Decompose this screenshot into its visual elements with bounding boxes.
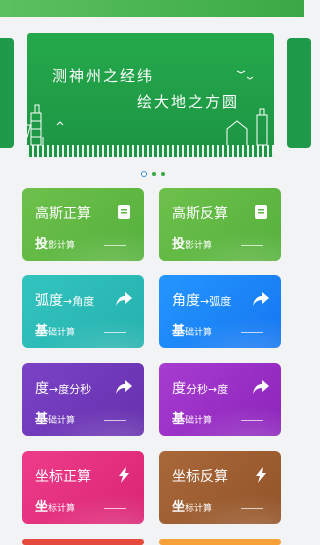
card-title: 坐标正算	[35, 469, 91, 485]
card-degree-to-radian[interactable]: 角度→弧度 基础计算	[159, 275, 281, 348]
card-divider	[104, 508, 126, 509]
card-title: 度→度分秒	[35, 381, 92, 397]
card-divider	[241, 420, 263, 421]
share-arrow-icon	[253, 292, 269, 306]
banner-next-slide[interactable]	[287, 38, 311, 148]
card-divider	[104, 245, 126, 246]
document-icon	[255, 205, 267, 219]
card-subtitle: 坐标计算	[35, 500, 76, 515]
lightning-icon	[119, 467, 129, 483]
top-bar	[0, 0, 304, 17]
card-title: 角度→弧度	[172, 293, 232, 309]
share-arrow-icon	[116, 292, 132, 306]
card-title: 高斯正算	[35, 206, 91, 222]
share-arrow-icon	[253, 380, 269, 394]
share-arrow-icon	[116, 380, 132, 394]
card-divider	[241, 245, 263, 246]
card-divider	[241, 508, 263, 509]
city-illustration	[27, 70, 268, 146]
card-gauss-forward[interactable]: 高斯正算 投影计算	[22, 188, 144, 261]
card-subtitle: 投影计算	[35, 237, 76, 252]
card-divider	[241, 332, 263, 333]
card-gauss-inverse[interactable]: 高斯反算 投影计算	[159, 188, 281, 261]
card-coordinate-forward[interactable]: 坐标正算 坐标计算	[22, 451, 144, 524]
carousel-dot[interactable]	[152, 172, 156, 176]
banner-prev-slide[interactable]	[0, 38, 14, 148]
card-subtitle: 基础计算	[172, 412, 213, 427]
card-radian-to-degree[interactable]: 弧度→角度 基础计算	[22, 275, 144, 348]
card-title: 坐标反算	[172, 469, 228, 485]
card-title: 度分秒→度	[172, 381, 229, 397]
card-partial[interactable]	[159, 539, 281, 545]
card-subtitle: 基础计算	[172, 324, 213, 339]
card-dms-to-degree[interactable]: 度分秒→度 基础计算	[159, 363, 281, 436]
carousel-dot-active[interactable]	[141, 171, 147, 177]
card-title: 高斯反算	[172, 206, 228, 222]
card-divider	[104, 420, 126, 421]
card-subtitle: 基础计算	[35, 324, 76, 339]
grass-decoration	[27, 145, 274, 157]
card-partial[interactable]	[22, 539, 144, 545]
card-title: 弧度→角度	[35, 293, 95, 309]
card-subtitle: 坐标计算	[172, 500, 213, 515]
card-degree-to-dms[interactable]: 度→度分秒 基础计算	[22, 363, 144, 436]
carousel-indicator	[141, 171, 165, 177]
card-coordinate-inverse[interactable]: 坐标反算 坐标计算	[159, 451, 281, 524]
card-divider	[104, 332, 126, 333]
card-subtitle: 基础计算	[35, 412, 76, 427]
card-subtitle: 投影计算	[172, 237, 213, 252]
carousel-dot[interactable]	[161, 172, 165, 176]
document-icon	[118, 205, 130, 219]
lightning-icon	[256, 467, 266, 483]
banner-slide[interactable]: 测神州之经纬 绘大地之方圆	[27, 33, 274, 157]
